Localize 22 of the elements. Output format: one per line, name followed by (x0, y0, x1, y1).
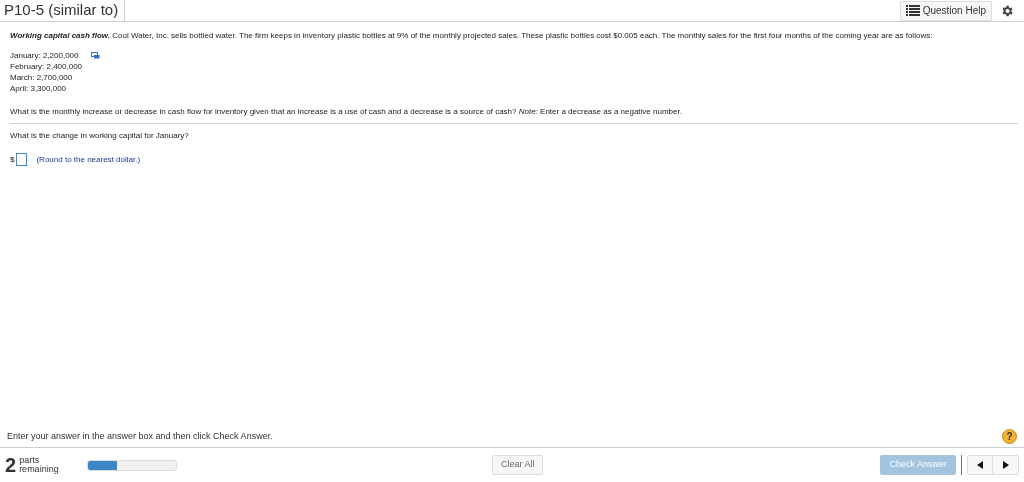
sales-line: February: 2,400,000 (10, 61, 83, 72)
currency-symbol: $ (10, 154, 15, 165)
list-icon (905, 5, 920, 16)
sales-line: April: 3,300,000 (10, 83, 67, 94)
right-arrow-icon (1002, 461, 1009, 469)
rounding-hint: (Round to the nearest dollar.) (36, 154, 141, 165)
settings-icon[interactable] (1000, 3, 1014, 18)
help-icon[interactable]: ? (1002, 429, 1017, 444)
sales-line: January: 2,200,000 (10, 50, 79, 61)
instruction-text: Enter your answer in the answer box and then click Check Answer. (7, 429, 273, 443)
parts-label: parts remaining (19, 456, 60, 474)
question-help-button[interactable]: Question Help (899, 0, 992, 21)
left-arrow-icon (977, 461, 983, 469)
copy-icon[interactable] (90, 52, 100, 59)
parts-count: 2 (5, 455, 17, 475)
question-text: What is the monthly increase or decrease in cash flow for inventory given that an increase is a use of cash and a decrease is a source of cash? Note: Enter a decrease as a negative number. (10, 106, 1018, 124)
part-question: What is the change in working capital for January? (10, 130, 190, 141)
sales-line: March: 2,700,000 (10, 72, 73, 83)
question-title: P10-5 (similar to) (0, 0, 126, 21)
problem-text: Working capital cash flow. Cool Water, Inc. sells bottled water. The firm keeps in inventory plastic bottles at 9% of the monthly projected sales. These plastic bottles cost $0.005 each. The monthly sales for the first four months of the coming year are as follows: (10, 30, 934, 41)
clear-all-button[interactable]: Clear All (491, 455, 544, 475)
answer-field[interactable] (16, 153, 28, 166)
